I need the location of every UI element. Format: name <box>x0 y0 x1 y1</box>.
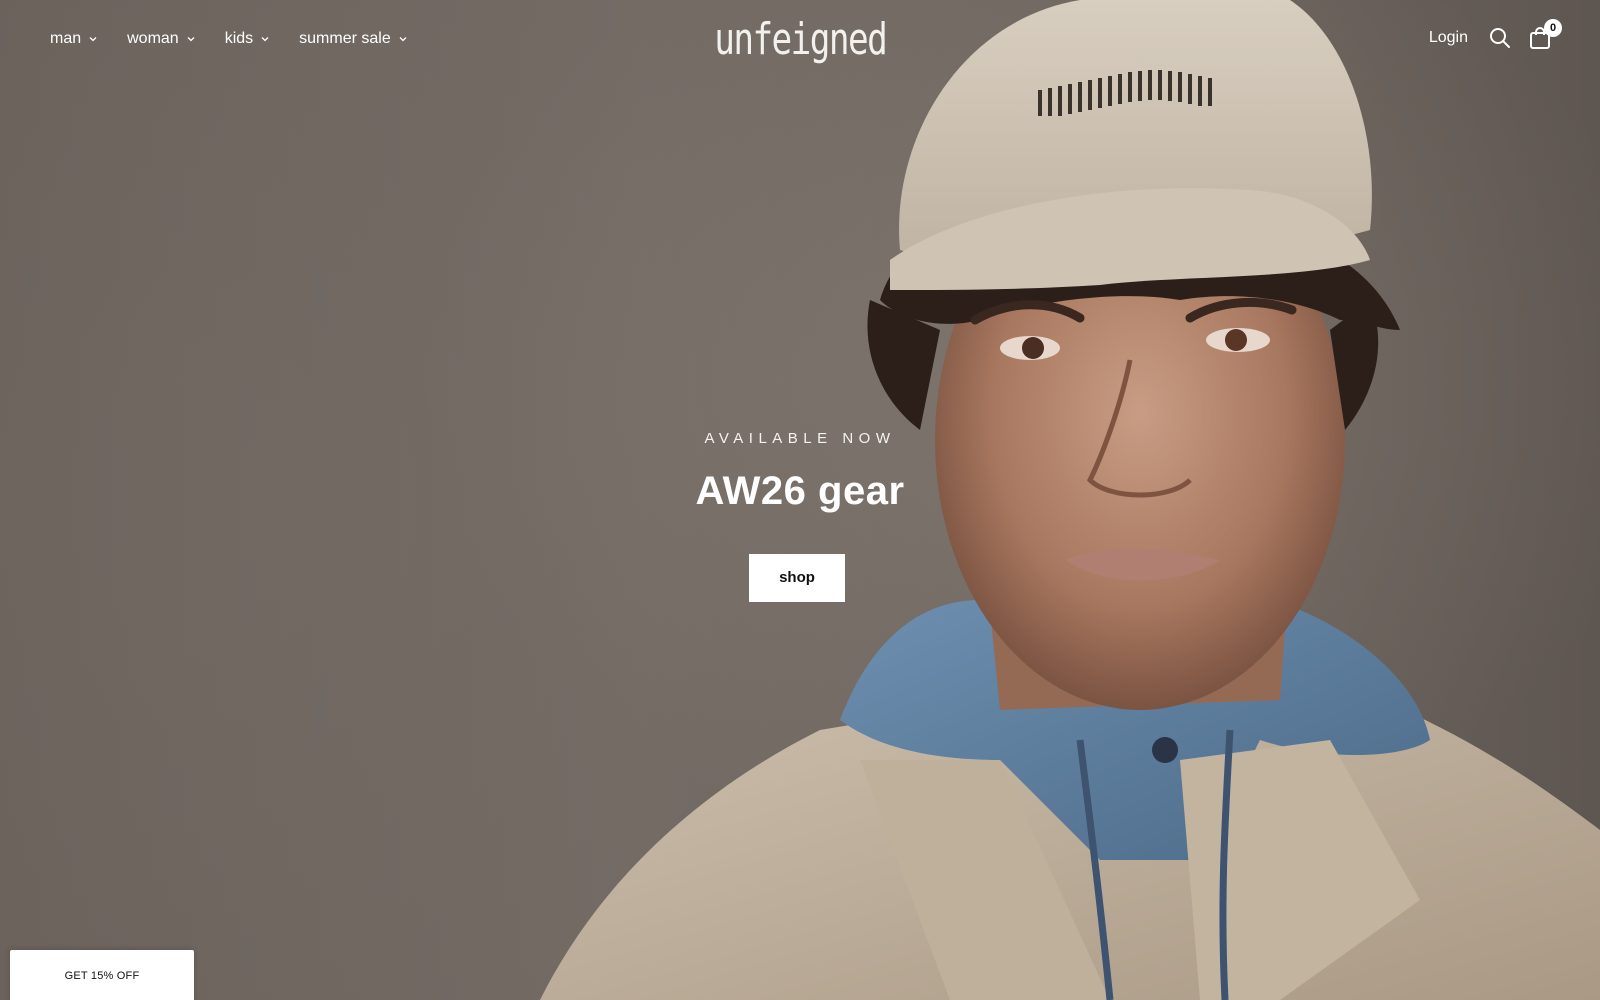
nav-item-label: man <box>50 30 82 47</box>
main-nav: man woman kids summer sale <box>50 30 437 48</box>
cart-count-badge: 0 <box>1544 19 1562 37</box>
nav-item-label: summer sale <box>299 30 391 47</box>
brand-logo[interactable]: unfeigned <box>714 14 887 65</box>
nav-item-summer-sale[interactable]: summer sale <box>299 30 408 48</box>
hero-headline: AW26 gear <box>695 469 905 513</box>
shopping-bag-icon[interactable]: 0 <box>1528 19 1562 50</box>
hero-promo: AVAILABLE NOW AW26 gear shop <box>0 430 1600 602</box>
login-link[interactable]: Login <box>1429 29 1468 47</box>
nav-item-label: woman <box>127 30 179 47</box>
header-utilities: Login 0 <box>1429 19 1562 50</box>
chevron-down-icon <box>260 34 270 44</box>
hero-eyebrow: AVAILABLE NOW <box>704 430 896 447</box>
nav-item-kids[interactable]: kids <box>225 30 270 48</box>
chevron-down-icon <box>398 34 408 44</box>
chevron-down-icon <box>186 34 196 44</box>
search-icon[interactable] <box>1488 26 1512 50</box>
chevron-down-icon <box>88 34 98 44</box>
nav-item-woman[interactable]: woman <box>127 30 196 48</box>
nav-item-man[interactable]: man <box>50 30 98 48</box>
shop-button[interactable]: shop <box>749 554 845 602</box>
discount-tab[interactable]: GET 15% OFF <box>10 950 194 1000</box>
nav-item-label: kids <box>224 30 254 47</box>
site-header: man woman kids summer sale unfeigned Log… <box>0 0 1600 86</box>
